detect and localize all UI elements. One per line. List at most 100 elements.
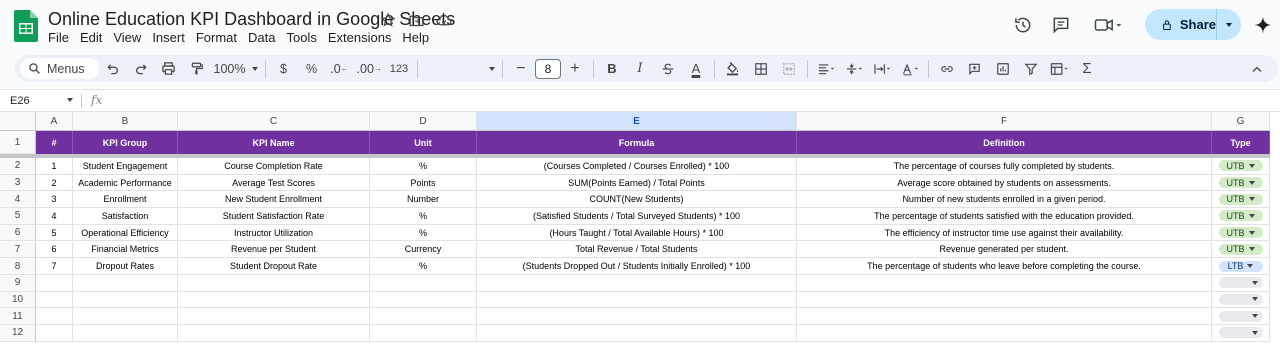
empty-cell[interactable] (797, 325, 1212, 342)
gemini-sparkle-icon[interactable] (1252, 14, 1274, 36)
table-header-cell[interactable]: KPI Name (178, 131, 370, 154)
table-cell-unit[interactable]: Points (370, 174, 477, 192)
table-header-cell[interactable]: Formula (477, 131, 797, 154)
empty-cell[interactable] (370, 291, 477, 309)
column-header-e[interactable]: E (477, 112, 797, 131)
increase-decimal-button[interactable]: .00 → (357, 58, 382, 80)
filter-views-icon[interactable] (1048, 58, 1070, 80)
table-cell-type[interactable]: UTB (1212, 191, 1270, 209)
empty-cell[interactable] (370, 325, 477, 342)
row-header[interactable]: 1 (0, 131, 36, 154)
empty-cell[interactable] (797, 274, 1212, 292)
table-cell-group[interactable]: Enrollment (73, 191, 178, 209)
column-header-d[interactable]: D (370, 112, 477, 131)
table-cell-type[interactable]: UTB (1212, 224, 1270, 242)
table-cell-unit[interactable]: % (370, 208, 477, 225)
table-header-cell[interactable]: Unit (370, 131, 477, 154)
empty-cell[interactable] (178, 308, 370, 325)
column-header-c[interactable]: C (178, 112, 370, 131)
table-cell-num[interactable]: 6 (36, 241, 73, 259)
table-cell-name[interactable]: Average Test Scores (178, 174, 370, 192)
row-header[interactable]: 4 (0, 191, 36, 209)
table-cell-definition[interactable]: Revenue generated per student. (797, 241, 1212, 259)
decrease-decimal-button[interactable]: .0 ← (329, 58, 351, 80)
type-dropdown-chip[interactable]: UTB (1218, 193, 1263, 205)
table-cell-definition[interactable]: The percentage of courses fully complete… (797, 158, 1212, 175)
menu-help[interactable]: Help (402, 30, 435, 45)
row-header[interactable]: 8 (0, 258, 36, 275)
type-dropdown-chip-empty[interactable] (1218, 327, 1263, 339)
menu-format[interactable]: Format (196, 30, 243, 45)
empty-cell[interactable] (36, 274, 73, 292)
row-header[interactable]: 7 (0, 241, 36, 259)
horizontal-align-icon[interactable] (815, 58, 837, 80)
empty-cell[interactable] (1212, 308, 1270, 325)
table-header-cell[interactable]: KPI Group (73, 131, 178, 154)
table-cell-type[interactable]: LTB (1212, 258, 1270, 275)
empty-cell[interactable] (73, 325, 178, 342)
menu-view[interactable]: View (113, 30, 147, 45)
empty-cell[interactable] (36, 291, 73, 309)
print-icon[interactable] (158, 58, 180, 80)
menu-edit[interactable]: Edit (80, 30, 108, 45)
empty-cell[interactable] (73, 291, 178, 309)
format-currency-button[interactable]: $ (273, 58, 295, 80)
menus-search[interactable]: Menus (20, 58, 99, 79)
empty-cell[interactable] (73, 308, 178, 325)
borders-icon[interactable] (750, 58, 772, 80)
font-family-select[interactable] (425, 58, 495, 80)
table-cell-name[interactable]: Student Dropout Rate (178, 258, 370, 275)
row-header[interactable]: 3 (0, 174, 36, 192)
empty-cell[interactable] (1212, 291, 1270, 309)
font-size-input[interactable]: 8 (534, 58, 561, 79)
empty-cell[interactable] (178, 291, 370, 309)
table-header-cell[interactable]: Type (1212, 131, 1270, 154)
table-cell-name[interactable]: New Student Enrollment (178, 191, 370, 209)
decrease-font-size-button[interactable]: − (510, 58, 532, 80)
table-header-cell[interactable]: Definition (797, 131, 1212, 154)
table-cell-num[interactable]: 4 (36, 208, 73, 225)
table-cell-formula[interactable]: SUM(Points Earned) / Total Points (477, 174, 797, 192)
table-cell-num[interactable]: 2 (36, 174, 73, 192)
bold-button[interactable]: B (601, 58, 623, 80)
type-dropdown-chip[interactable]: UTB (1218, 210, 1263, 222)
empty-cell[interactable] (370, 274, 477, 292)
share-button[interactable]: Share (1145, 9, 1241, 40)
empty-cell[interactable] (477, 325, 797, 342)
table-header-cell[interactable]: # (36, 131, 73, 154)
table-cell-unit[interactable]: % (370, 224, 477, 242)
row-header[interactable]: 2 (0, 158, 36, 175)
meet-icon[interactable] (1090, 14, 1126, 36)
menu-tools[interactable]: Tools (286, 30, 322, 45)
column-header-f[interactable]: F (797, 112, 1212, 131)
comments-icon[interactable] (1050, 14, 1072, 36)
table-cell-group[interactable]: Financial Metrics (73, 241, 178, 259)
more-formats-button[interactable]: 123 (388, 58, 410, 80)
type-dropdown-chip[interactable]: LTB (1218, 260, 1263, 272)
sheets-logo-icon[interactable] (14, 10, 38, 42)
type-dropdown-chip-empty[interactable] (1218, 293, 1263, 305)
table-cell-num[interactable]: 3 (36, 191, 73, 209)
table-cell-type[interactable]: UTB (1212, 241, 1270, 259)
redo-icon[interactable] (130, 58, 152, 80)
table-cell-unit[interactable]: Currency (370, 241, 477, 259)
functions-button[interactable]: Σ (1076, 58, 1098, 80)
text-color-button[interactable]: A (685, 58, 707, 80)
empty-cell[interactable] (1212, 274, 1270, 292)
name-box-dropdown[interactable] (67, 94, 73, 104)
type-dropdown-chip-empty[interactable] (1218, 277, 1263, 289)
undo-icon[interactable] (102, 58, 124, 80)
star-icon[interactable] (378, 10, 398, 30)
empty-cell[interactable] (1212, 325, 1270, 342)
empty-cell[interactable] (36, 325, 73, 342)
row-header[interactable]: 6 (0, 224, 36, 242)
empty-cell[interactable] (477, 308, 797, 325)
type-dropdown-chip[interactable]: UTB (1218, 177, 1263, 189)
empty-cell[interactable] (477, 274, 797, 292)
menu-file[interactable]: File (48, 30, 75, 45)
type-dropdown-chip-empty[interactable] (1218, 310, 1263, 322)
italic-button[interactable]: I (629, 58, 651, 80)
zoom-select[interactable]: 100% (214, 58, 258, 80)
table-cell-type[interactable]: UTB (1212, 174, 1270, 192)
text-wrapping-icon[interactable] (871, 58, 893, 80)
